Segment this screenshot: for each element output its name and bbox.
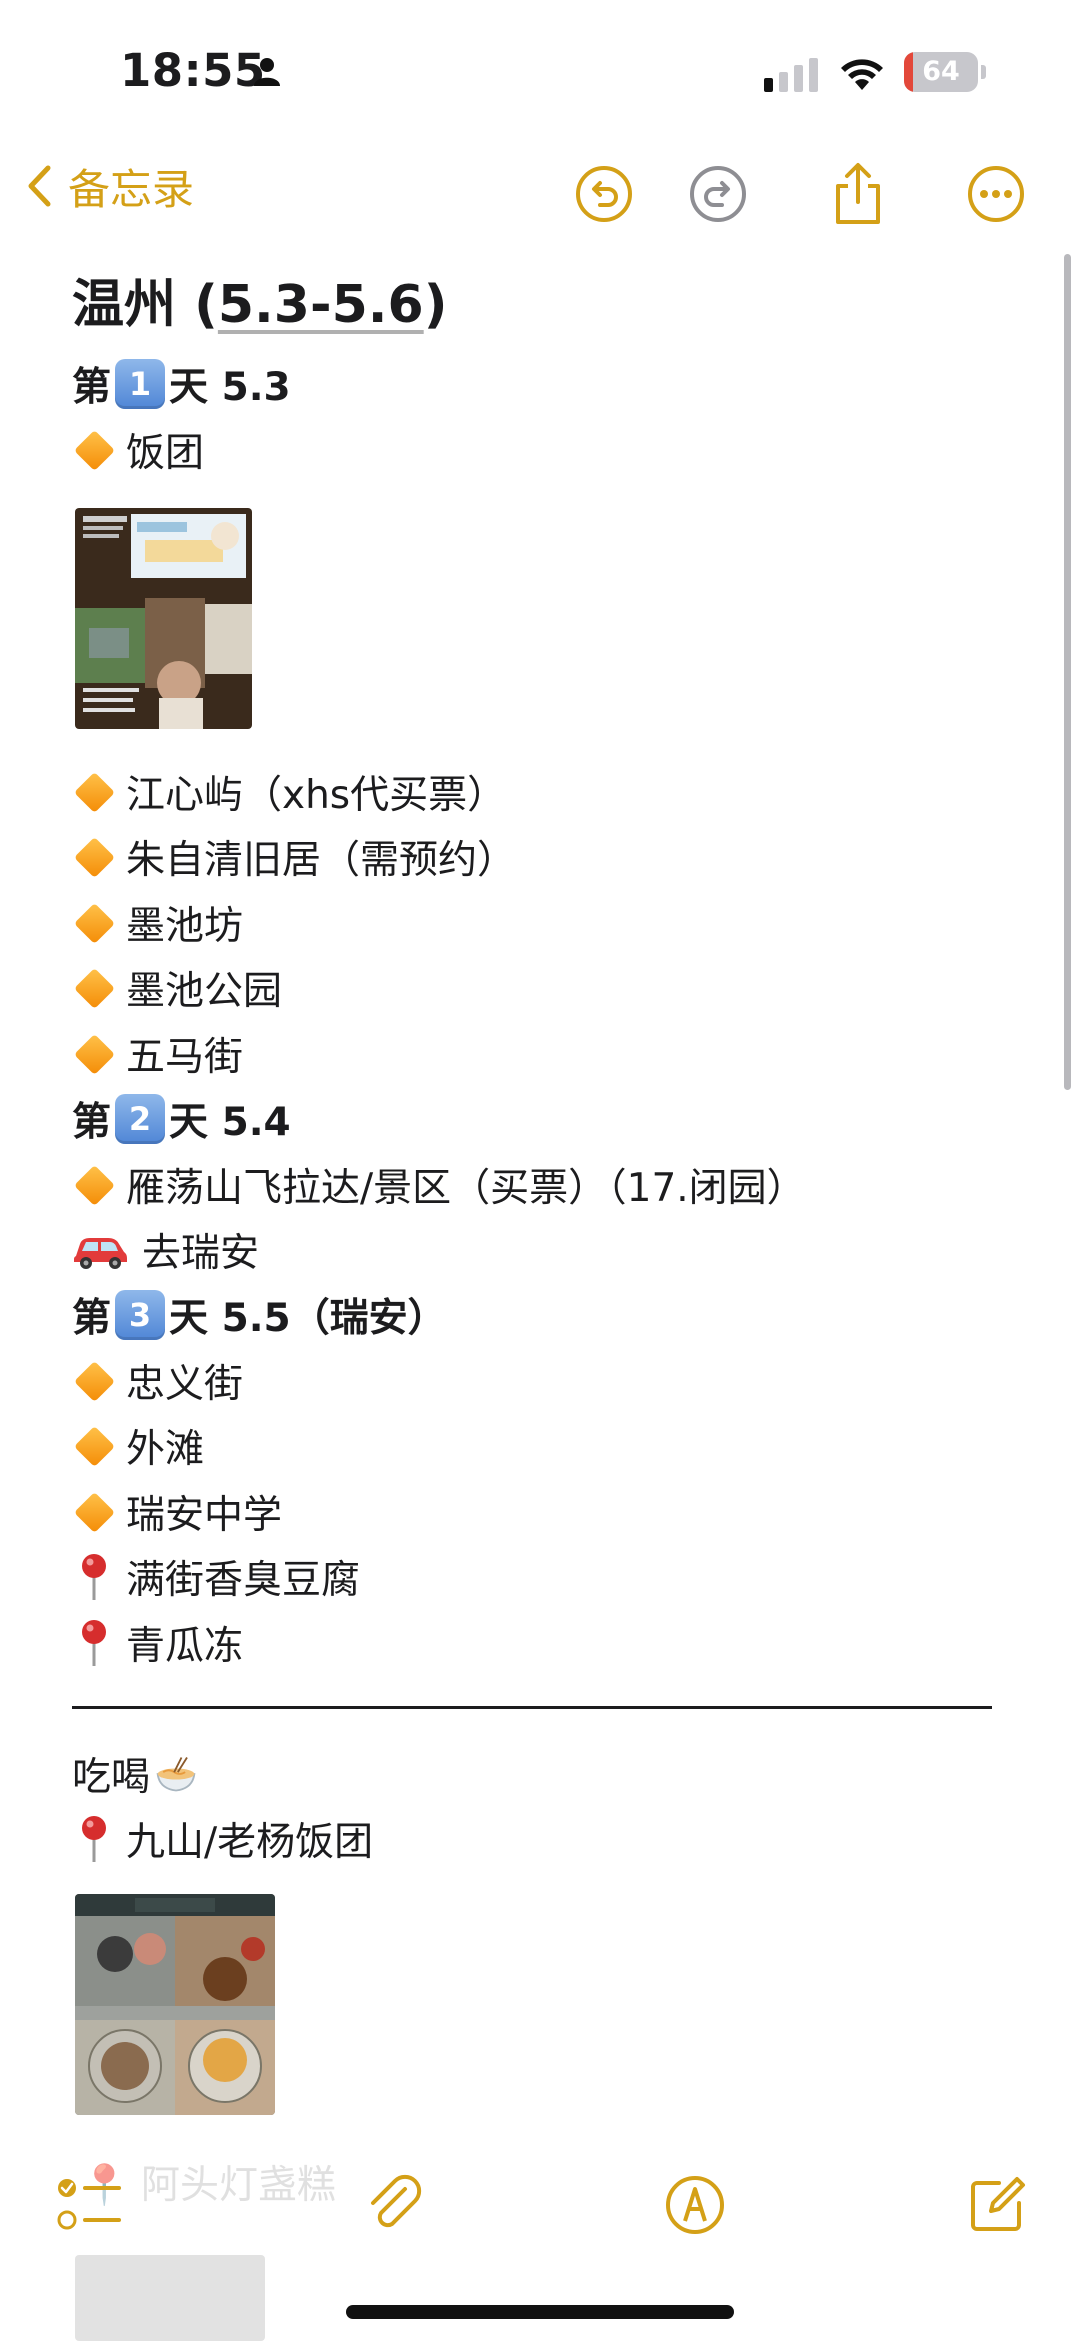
battery-indicator: 64 bbox=[904, 52, 986, 92]
bottom-toolbar bbox=[0, 2150, 1080, 2260]
status-time: 18:55 bbox=[120, 44, 266, 97]
section-food-heading[interactable]: 吃喝 bbox=[72, 1746, 208, 1802]
note-title[interactable]: 温州 (5.3-5.6) bbox=[72, 262, 447, 337]
keycap-2-icon: 2 bbox=[115, 1094, 166, 1144]
person-icon bbox=[252, 56, 282, 90]
attachment-button[interactable] bbox=[360, 2170, 430, 2240]
orange-diamond-icon bbox=[72, 966, 116, 1010]
list-item-mochifang[interactable]: 墨池坊 bbox=[72, 895, 243, 951]
undo-icon bbox=[576, 166, 632, 222]
orange-diamond-icon bbox=[72, 1424, 116, 1468]
orange-diamond-icon bbox=[72, 1163, 116, 1207]
list-item-wumajie[interactable]: 五马街 bbox=[72, 1026, 243, 1082]
orange-diamond-icon bbox=[72, 1359, 116, 1403]
pushpin-icon bbox=[72, 1554, 116, 1600]
new-note-button[interactable] bbox=[962, 2170, 1032, 2240]
status-bar: 18:55 64 bbox=[0, 0, 1080, 140]
share-button[interactable] bbox=[828, 163, 888, 224]
noodle-bowl-icon bbox=[154, 1752, 198, 1796]
wifi-icon bbox=[838, 54, 886, 94]
markup-button[interactable] bbox=[660, 2170, 730, 2240]
keycap-3-icon: 3 bbox=[115, 1290, 166, 1340]
orange-diamond-icon bbox=[72, 1490, 116, 1534]
back-label: 备忘录 bbox=[68, 164, 195, 214]
day-3-heading[interactable]: 第3天 5.5（瑞安） bbox=[72, 1287, 447, 1343]
orange-diamond-icon bbox=[72, 770, 116, 814]
cellular-signal-icon bbox=[764, 58, 820, 96]
red-car-icon bbox=[72, 1228, 128, 1272]
orange-diamond-icon bbox=[72, 1032, 116, 1076]
list-item-zhuziqing[interactable]: 朱自清旧居（需预约） bbox=[72, 829, 516, 885]
day-2-heading[interactable]: 第2天 5.4 bbox=[72, 1091, 291, 1147]
list-item-yandang[interactable]: 雁荡山飞拉达/景区（买票）（17.闭园） bbox=[72, 1157, 806, 1213]
image-attachment-jiushan[interactable] bbox=[75, 1894, 275, 2115]
orange-diamond-icon bbox=[72, 428, 116, 472]
paperclip-icon bbox=[371, 2174, 422, 2228]
share-icon bbox=[836, 163, 880, 224]
scroll-indicator[interactable] bbox=[1064, 254, 1071, 1090]
more-button[interactable] bbox=[966, 164, 1026, 224]
pushpin-icon bbox=[72, 1620, 116, 1666]
home-indicator[interactable] bbox=[346, 2305, 734, 2319]
list-item-waitan[interactable]: 外滩 bbox=[72, 1418, 204, 1474]
orange-diamond-icon bbox=[72, 901, 116, 945]
list-item-ruian-school[interactable]: 瑞安中学 bbox=[72, 1484, 282, 1540]
navigation-bar: 备忘录 bbox=[0, 140, 1080, 240]
list-item-mochi-park[interactable]: 墨池公园 bbox=[72, 960, 282, 1016]
horizontal-divider bbox=[72, 1706, 992, 1709]
image-attachment-fantuan[interactable] bbox=[75, 508, 252, 729]
checklist-icon bbox=[57, 2179, 121, 2230]
list-item-to-ruian[interactable]: 去瑞安 bbox=[72, 1222, 259, 1278]
pushpin-icon bbox=[72, 1816, 116, 1862]
chevron-left-icon bbox=[28, 165, 51, 207]
list-item-qinggua[interactable]: 青瓜冻 bbox=[72, 1615, 243, 1671]
day-1-heading[interactable]: 第1天 5.3 bbox=[72, 356, 291, 412]
obscured-image-attachment bbox=[75, 2255, 265, 2341]
undo-button[interactable] bbox=[574, 164, 634, 224]
pen-tip-icon bbox=[666, 2176, 724, 2234]
list-item-jiangxinyu[interactable]: 江心屿（xhs代买票） bbox=[72, 764, 506, 820]
redo-button[interactable] bbox=[688, 164, 748, 224]
title-date[interactable]: 5.3-5.6 bbox=[218, 275, 424, 335]
checklist-button[interactable] bbox=[54, 2170, 124, 2240]
list-item-jiushan[interactable]: 九山/老杨饭团 bbox=[72, 1811, 373, 1867]
list-item-zhongyi[interactable]: 忠义街 bbox=[72, 1353, 243, 1409]
compose-icon bbox=[971, 2177, 1025, 2231]
keycap-1-icon: 1 bbox=[115, 359, 166, 409]
orange-diamond-icon bbox=[72, 835, 116, 879]
battery-level: 64 bbox=[922, 56, 960, 87]
more-icon bbox=[968, 166, 1024, 222]
list-item-doufu[interactable]: 满街香臭豆腐 bbox=[72, 1549, 360, 1605]
redo-icon bbox=[690, 166, 746, 222]
back-button[interactable]: 备忘录 bbox=[26, 156, 194, 216]
list-item-fantuan[interactable]: 饭团 bbox=[72, 422, 204, 478]
